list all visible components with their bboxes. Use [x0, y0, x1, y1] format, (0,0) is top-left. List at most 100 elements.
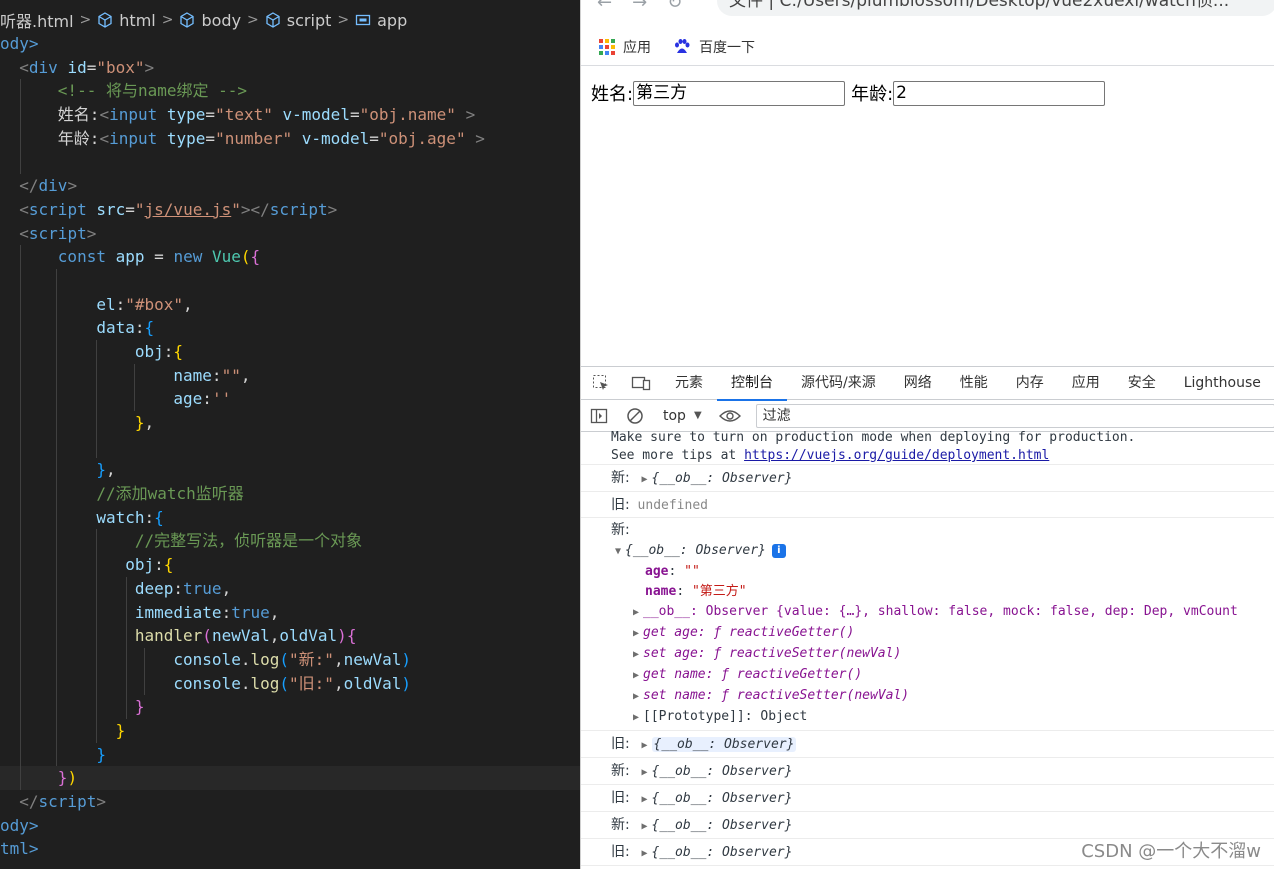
breadcrumb-script[interactable]: script [265, 11, 331, 30]
expand-triangle-icon[interactable]: ▶ [638, 466, 652, 493]
breadcrumb-body[interactable]: body [179, 11, 241, 30]
browser-window: ← → ↻ 文件 | C:/Users/plumblossom/Desktop/… [580, 0, 1274, 869]
prop-ob-line: __ob__: Observer {value: {…}, shallow: f… [643, 604, 1238, 619]
tab-security[interactable]: 安全 [1114, 367, 1170, 400]
tab-application[interactable]: 应用 [1058, 367, 1114, 400]
code-html-close: tml> [0, 839, 39, 859]
age-input[interactable]: 2 [893, 80, 1106, 106]
expand-triangle-icon[interactable]: ▶ [638, 732, 652, 759]
console-message[interactable]: 旧: ▶ {__ob__: Observer} [581, 785, 1274, 812]
devtools-panel: 元素 控制台 源代码/来源 网络 性能 内存 应用 安全 Lighthouse … [581, 366, 1274, 869]
code-editor[interactable]: 听器.html > html > body > script > app ody… [0, 0, 580, 869]
expand-triangle-icon[interactable]: ▶ [629, 666, 643, 686]
console-message: Make sure to turn on production mode whe… [581, 429, 1274, 465]
code-area[interactable]: ody> <div id="box"> <!-- 将与name绑定 --> 姓名… [0, 32, 580, 861]
info-icon[interactable]: i [771, 544, 786, 558]
code-line: 年龄:<input type="number" v-model="obj.age… [0, 126, 580, 151]
tab-lighthouse[interactable]: Lighthouse [1170, 367, 1274, 400]
log-value: {__ob__: Observer} [651, 764, 793, 779]
bookmark-baidu-label: 百度一下 [699, 39, 755, 56]
clear-console-icon[interactable] [617, 400, 653, 432]
expand-triangle-icon[interactable]: ▶ [629, 708, 643, 728]
code-line: el:"#box", [0, 292, 580, 317]
tab-memory-label: 内存 [1015, 374, 1044, 391]
log-prefix-new: 新: [611, 470, 630, 486]
bookmark-apps[interactable]: 应用 [599, 37, 651, 57]
tab-memory[interactable]: 内存 [1002, 367, 1058, 400]
tab-performance[interactable]: 性能 [946, 367, 1002, 400]
code-line: <script src="js/vue.js"></script> [19, 199, 338, 219]
expand-triangle-icon[interactable]: ▶ [638, 786, 652, 813]
expand-triangle-icon[interactable]: ▶ [629, 687, 643, 707]
code-line: //完整写法，侦听器是一个对象 [0, 529, 580, 554]
form-row: 姓名: 第三方 年龄: 2 [591, 80, 1106, 106]
context-value: top [663, 407, 686, 424]
breadcrumb-app[interactable]: app [355, 11, 407, 30]
code-line: ody> [0, 32, 580, 56]
tab-elements-label: 元素 [675, 374, 703, 391]
console-output[interactable]: Make sure to turn on production mode whe… [581, 430, 1274, 867]
bookmark-apps-label: 应用 [623, 39, 651, 56]
expand-triangle-icon[interactable]: ▶ [638, 840, 652, 867]
code-body-close: ody> [0, 815, 39, 835]
deployment-link[interactable]: https://vuejs.org/guide/deployment.html [744, 448, 1049, 463]
code-line: obj:{ [0, 339, 580, 364]
expand-triangle-icon[interactable]: ▶ [629, 624, 643, 644]
breadcrumb-html[interactable]: html [97, 11, 156, 30]
expand-triangle-icon[interactable]: ▶ [638, 759, 652, 786]
expand-triangle-icon[interactable]: ▶ [629, 645, 643, 665]
device-toolbar-icon[interactable] [621, 367, 661, 400]
log-value: {__ob__: Observer} [651, 845, 793, 860]
code-script-src[interactable]: js/vue.js [145, 200, 232, 219]
address-bar[interactable]: 文件 | C:/Users/plumblossom/Desktop/vue2xu… [717, 0, 1274, 16]
log-value: undefined [637, 498, 708, 513]
element-cube-icon [98, 12, 112, 28]
console-message-expanded[interactable]: 新: ▼ {__ob__: Observer} i age: "" name: "第… [581, 518, 1274, 731]
chevron-down-icon: ▼ [693, 410, 702, 421]
log-value-highlighted: {__ob__: Observer} [651, 737, 797, 752]
breadcrumb-file[interactable]: 听器.html [0, 8, 74, 32]
code-input-type-text: text [224, 105, 264, 125]
age-input-value: 2 [896, 82, 907, 103]
console-message[interactable]: 新: ▶ {__ob__: Observer} [581, 812, 1274, 839]
bookmark-baidu[interactable]: 百度一下 [673, 37, 755, 57]
console-message[interactable]: 旧: ▶ {__ob__: Observer} [581, 731, 1274, 758]
live-expression-eye-icon[interactable] [712, 400, 748, 432]
tab-elements[interactable]: 元素 [661, 367, 717, 400]
collapse-triangle-icon[interactable]: ▼ [611, 542, 625, 562]
prop-get-age: get age: ƒ reactiveGetter() [643, 625, 855, 640]
tab-lighthouse-label: Lighthouse [1183, 374, 1261, 391]
code-line: <!-- 将与name绑定 --> [0, 79, 580, 104]
prop-age-key: age [645, 564, 669, 579]
code-vmodel-age: obj.age [388, 128, 456, 148]
name-label: 姓名: [591, 84, 634, 105]
back-icon[interactable]: ← [597, 0, 612, 13]
expand-triangle-icon[interactable]: ▶ [629, 603, 643, 623]
age-label: 年龄: [851, 84, 894, 105]
prop-name-value: "第三方" [691, 584, 747, 599]
watermark: CSDN @一个大不溜w [1081, 837, 1261, 863]
code-line: const app = new Vue({ [0, 245, 580, 269]
expand-triangle-icon[interactable]: ▶ [638, 813, 652, 840]
code-line: <script> [19, 223, 97, 243]
log-value: {__ob__: Observer} [651, 471, 793, 486]
sidebar-toggle-icon[interactable] [581, 400, 617, 432]
tab-performance-label: 性能 [959, 374, 988, 391]
tab-sources[interactable]: 源代码/来源 [787, 367, 890, 400]
console-filter-input[interactable]: 过滤 [755, 403, 1274, 428]
code-line: handler(newVal,oldVal){ [0, 624, 580, 648]
code-line: name:"", [0, 363, 580, 388]
context-select[interactable]: top ▼ [653, 400, 712, 432]
console-message[interactable]: 新: ▶ {__ob__: Observer} [581, 465, 1274, 492]
console-message[interactable]: 新: ▶ {__ob__: Observer} [581, 758, 1274, 785]
reload-icon[interactable]: ↻ [667, 0, 682, 13]
tab-console[interactable]: 控制台 [717, 367, 787, 401]
log-prefix-new: 新: [611, 763, 630, 779]
name-input[interactable]: 第三方 [633, 80, 846, 106]
tab-network[interactable]: 网络 [890, 367, 946, 400]
forward-icon[interactable]: → [632, 0, 647, 13]
log-prefix-old: 旧: [611, 497, 630, 513]
production-warning-prefix: See more tips at [611, 448, 745, 463]
inspect-element-icon[interactable] [581, 367, 621, 400]
page-content: 姓名: 第三方 年龄: 2 [581, 66, 1274, 366]
